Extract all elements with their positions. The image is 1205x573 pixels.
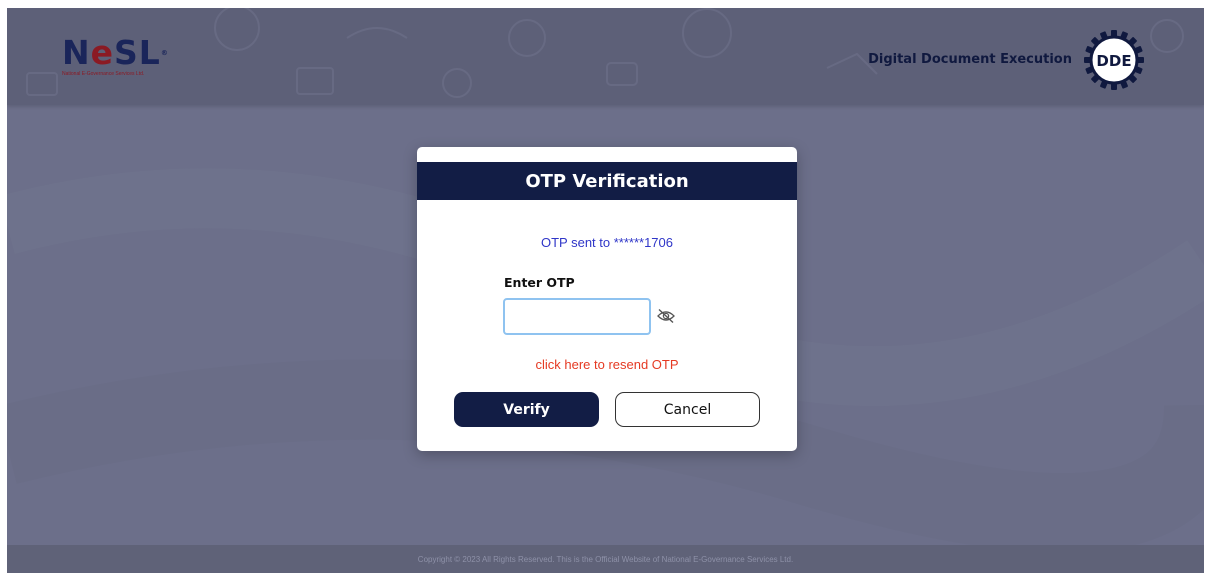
eye-slash-icon[interactable] (656, 308, 676, 324)
otp-input[interactable] (503, 298, 651, 335)
verify-button[interactable]: Verify (454, 392, 599, 427)
resend-otp-link[interactable]: click here to resend OTP (417, 357, 797, 372)
footer: Copyright © 2023 All Rights Reserved. Th… (7, 545, 1204, 573)
dde-gear-icon: DDE (1084, 30, 1144, 90)
logo-wordmark: NeSL® (62, 33, 169, 72)
header-title: Digital Document Execution (868, 52, 1072, 67)
nesl-logo[interactable]: NeSL® National E-Governance Services Ltd… (62, 36, 169, 86)
app-window: NeSL® National E-Governance Services Ltd… (7, 8, 1204, 573)
otp-sent-message: OTP sent to ******1706 (540, 235, 673, 250)
otp-dialog: OTP Verification OTP sent to ******1706 … (417, 147, 797, 451)
dialog-header: OTP Verification (417, 162, 797, 200)
dde-badge-text: DDE (1096, 52, 1131, 70)
dialog-title: OTP Verification (525, 170, 689, 192)
cancel-button[interactable]: Cancel (615, 392, 760, 427)
header: NeSL® National E-Governance Services Ltd… (7, 8, 1204, 105)
copyright-text: Copyright © 2023 All Rights Reserved. Th… (417, 554, 794, 564)
otp-field-label: Enter OTP (504, 275, 575, 290)
